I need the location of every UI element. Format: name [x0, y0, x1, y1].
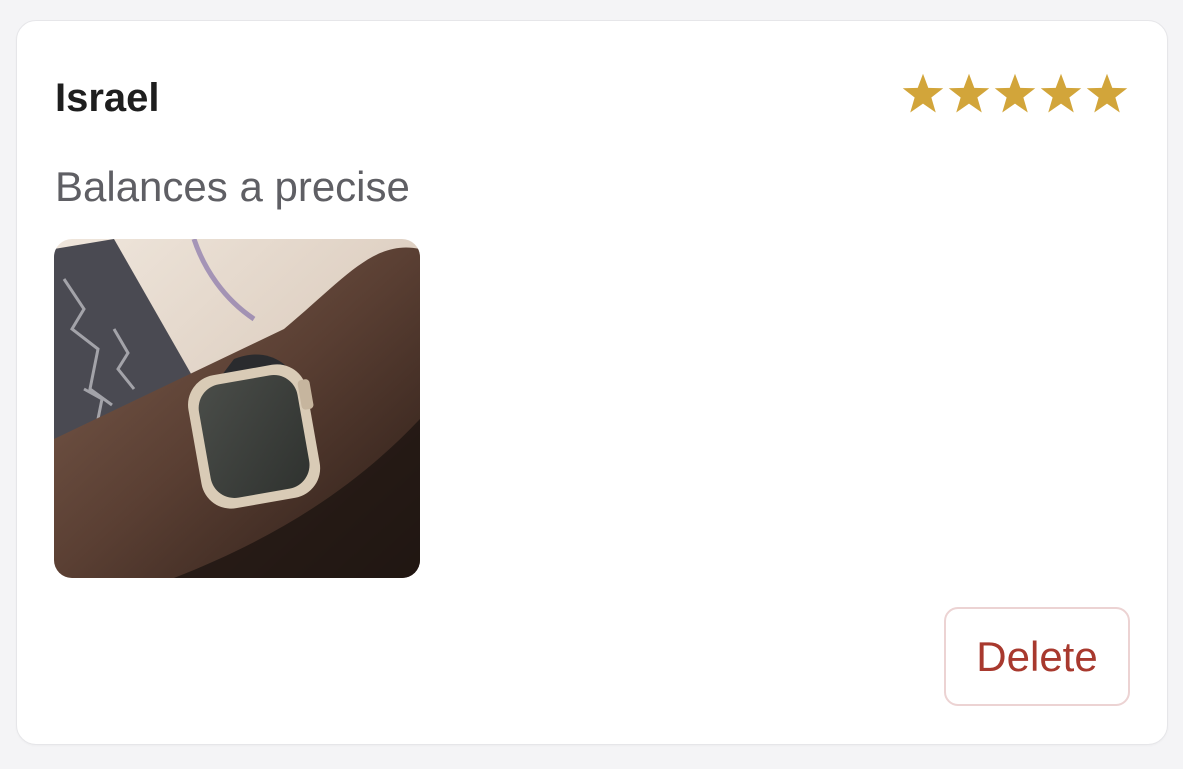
reviewer-name: Israel	[55, 76, 160, 120]
review-card: Israel Balances a precise Delete	[16, 20, 1168, 745]
star-icon	[1086, 73, 1128, 113]
review-photo[interactable]	[54, 239, 420, 578]
delete-button[interactable]: Delete	[944, 607, 1130, 706]
star-icon	[948, 73, 990, 113]
star-icon	[902, 73, 944, 113]
star-rating	[901, 71, 1129, 117]
star-icon	[1040, 73, 1082, 113]
review-text: Balances a precise	[55, 163, 410, 210]
star-icon	[994, 73, 1036, 113]
